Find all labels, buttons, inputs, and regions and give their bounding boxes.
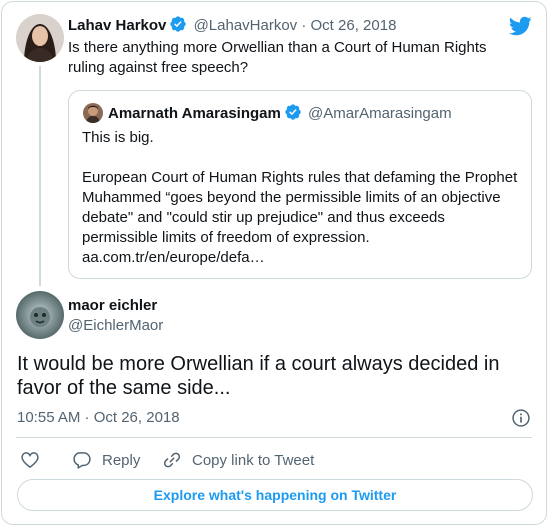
action-divider	[16, 437, 532, 438]
parent-author-handle[interactable]: @LahavHarkov	[194, 17, 298, 34]
explore-twitter-button[interactable]: Explore what's happening on Twitter	[17, 479, 533, 511]
quoted-author-line: Amarnath Amarasingam @AmarAmarasingam	[108, 103, 452, 124]
quoted-text-body: European Court of Human Rights rules tha…	[82, 169, 518, 246]
reply-author-handle[interactable]: @EichlerMaor	[68, 316, 163, 336]
quoted-text-line-1: This is big.	[82, 129, 154, 146]
copy-link-button[interactable]: Copy link to Tweet	[162, 448, 314, 472]
reply-button[interactable]: Reply	[72, 448, 140, 472]
reply-tweet-text: It would be more Orwellian if a court al…	[17, 353, 500, 399]
parent-author-name[interactable]: Lahav Harkov	[68, 17, 166, 34]
quoted-link: aa.com.tr/en/europe/defa…	[82, 249, 265, 266]
heart-icon	[21, 452, 39, 469]
quoted-tweet-text: This is big. European Court of Human Rig…	[82, 128, 522, 268]
info-icon[interactable]	[511, 408, 531, 428]
tweet-actions-bar: Reply Copy link to Tweet	[0, 448, 550, 472]
parent-author-avatar[interactable]	[16, 14, 64, 62]
reply-label: Reply	[102, 451, 141, 469]
like-button[interactable]	[20, 448, 50, 472]
reply-timestamp-link[interactable]: 10:55 AM · Oct 26, 2018	[17, 408, 180, 428]
quoted-tweet-card[interactable]: Amarnath Amarasingam @AmarAmarasingam Th…	[68, 90, 532, 279]
verified-badge-icon	[285, 104, 301, 120]
quoted-author-handle: @AmarAmarasingam	[308, 105, 452, 122]
quoted-author-avatar	[83, 103, 103, 123]
copy-link-label: Copy link to Tweet	[192, 451, 315, 469]
reply-bubble-icon	[73, 452, 91, 469]
dot-separator: ·	[301, 17, 307, 34]
thread-connector-line	[39, 66, 41, 286]
twitter-bird-icon[interactable]	[508, 14, 532, 38]
parent-date-link[interactable]: Oct 26, 2018	[311, 17, 397, 34]
reply-author-avatar[interactable]	[16, 291, 64, 339]
reply-author-name[interactable]: maor eichler	[68, 296, 157, 316]
verified-badge-icon	[170, 16, 187, 32]
parent-author-line: Lahav Harkov @LahavHarkov · Oct 26, 2018	[68, 15, 396, 36]
parent-tweet-text: Is there anything more Orwellian than a …	[68, 39, 487, 76]
quoted-author-name: Amarnath Amarasingam	[108, 105, 281, 122]
link-icon	[163, 452, 181, 468]
